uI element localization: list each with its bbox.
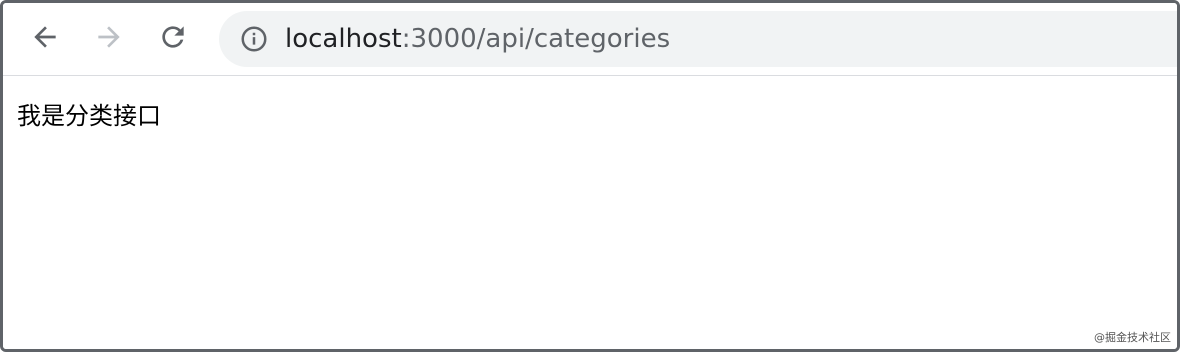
reload-button[interactable] — [155, 19, 191, 55]
forward-button[interactable] — [91, 19, 127, 55]
watermark: @掘金技术社区 — [1094, 331, 1171, 344]
url-path: :3000/api/categories — [401, 24, 671, 54]
back-button[interactable] — [27, 19, 63, 55]
address-bar[interactable]: localhost:3000/api/categories — [219, 11, 1177, 67]
url-text[interactable]: localhost:3000/api/categories — [285, 24, 670, 54]
browser-toolbar: localhost:3000/api/categories — [3, 3, 1177, 76]
page-content: 我是分类接口 — [3, 76, 1177, 349]
reload-icon — [162, 26, 184, 48]
info-icon[interactable] — [239, 24, 269, 54]
url-host: localhost — [285, 24, 402, 54]
arrow-right-icon — [98, 26, 120, 48]
arrow-left-icon — [34, 26, 56, 48]
browser-window: localhost:3000/api/categories 我是分类接口 @掘金… — [0, 0, 1180, 352]
response-text: 我是分类接口 — [17, 102, 161, 130]
